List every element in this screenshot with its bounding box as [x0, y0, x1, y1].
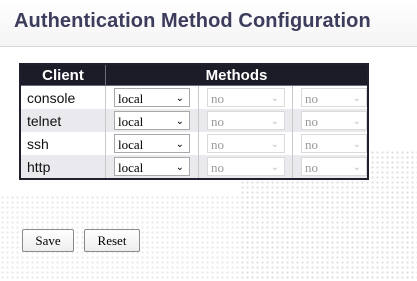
client-name: ssh — [20, 132, 106, 155]
table-row: http local ⌄ no ⌄ no ⌄ — [20, 155, 369, 179]
chevron-down-icon: ⌄ — [352, 162, 361, 173]
method-3-select: no ⌄ — [301, 157, 367, 176]
client-name: console — [20, 85, 106, 109]
method-2-select: no ⌄ — [207, 88, 285, 107]
chevron-down-icon: ⌄ — [175, 139, 184, 150]
method-3-select: no ⌄ — [301, 111, 367, 130]
page-title: Authentication Method Configuration — [14, 10, 371, 32]
table-row: console local ⌄ no ⌄ no ⌄ — [20, 85, 369, 109]
chevron-down-icon: ⌄ — [175, 162, 184, 173]
reset-button[interactable]: Reset — [84, 229, 140, 252]
chevron-down-icon: ⌄ — [270, 116, 279, 127]
method-1-select[interactable]: local ⌄ — [114, 134, 190, 153]
method-2-select: no ⌄ — [207, 111, 285, 130]
chevron-down-icon: ⌄ — [270, 93, 279, 104]
methods-column-header: Methods — [105, 63, 369, 86]
chevron-down-icon: ⌄ — [352, 116, 361, 127]
method-1-select[interactable]: local ⌄ — [114, 88, 190, 107]
chevron-down-icon: ⌄ — [352, 139, 361, 150]
chevron-down-icon: ⌄ — [175, 93, 184, 104]
method-2-select: no ⌄ — [207, 134, 285, 153]
chevron-down-icon: ⌄ — [352, 93, 361, 104]
client-column-header: Client — [19, 63, 106, 86]
client-name: http — [20, 155, 106, 179]
method-1-select[interactable]: local ⌄ — [114, 111, 190, 130]
chevron-down-icon: ⌄ — [270, 162, 279, 173]
method-3-select: no ⌄ — [301, 88, 367, 107]
title-bar: Authentication Method Configuration — [0, 0, 417, 47]
client-name: telnet — [20, 109, 106, 132]
save-button[interactable]: Save — [22, 229, 74, 252]
method-1-select[interactable]: local ⌄ — [114, 157, 190, 176]
auth-method-table: Client Methods console local ⌄ no ⌄ no ⌄ te… — [19, 63, 369, 180]
chevron-down-icon: ⌄ — [175, 116, 184, 127]
chevron-down-icon: ⌄ — [270, 139, 279, 150]
method-2-select: no ⌄ — [207, 157, 285, 176]
table-header-row: Client Methods — [19, 63, 369, 86]
table-row: telnet local ⌄ no ⌄ no ⌄ — [20, 109, 369, 132]
method-3-select: no ⌄ — [301, 134, 367, 153]
table-row: ssh local ⌄ no ⌄ no ⌄ — [20, 132, 369, 155]
